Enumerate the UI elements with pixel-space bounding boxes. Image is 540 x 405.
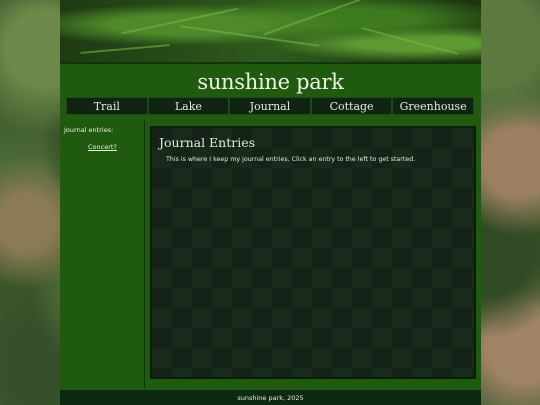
main-content: Journal Entries This is where I keep my … <box>144 120 481 388</box>
banner-image <box>60 0 481 62</box>
main-nav: Trail Lake Journal Cottage Greenhouse <box>66 97 474 115</box>
nav-item-cottage[interactable]: Cottage <box>310 97 393 115</box>
nav-item-greenhouse[interactable]: Greenhouse <box>392 97 474 115</box>
footer-text: sunshine park, 2025 <box>237 394 304 402</box>
page-title: Journal Entries <box>159 135 256 150</box>
sidebar-heading: Journal entries: <box>64 126 114 134</box>
nav-item-lake[interactable]: Lake <box>147 97 230 115</box>
site-title: sunshine park <box>197 70 344 94</box>
intro-text: This is where I keep my journal entries.… <box>166 156 416 163</box>
sidebar: Journal entries: Concert? <box>60 120 144 388</box>
nav-item-journal[interactable]: Journal <box>229 97 311 115</box>
site-header: sunshine park Trail Lake Journal Cottage… <box>60 62 481 120</box>
journal-entry-link[interactable]: Concert? <box>88 143 117 151</box>
nav-item-trail[interactable]: Trail <box>66 97 148 115</box>
site-footer: sunshine park, 2025 <box>60 388 481 405</box>
journal-panel: Journal Entries This is where I keep my … <box>150 126 476 379</box>
site-container: sunshine park Trail Lake Journal Cottage… <box>60 0 481 405</box>
